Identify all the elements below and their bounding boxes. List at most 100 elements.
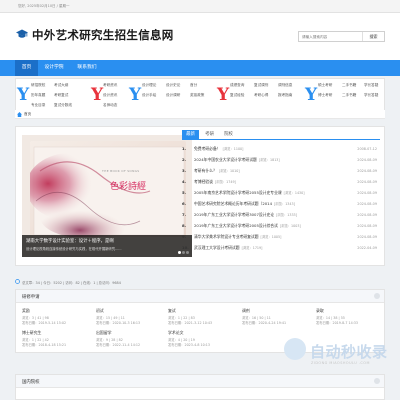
news-title[interactable]: 清华大学美术学院设计专业考研复试题 [浏览：1005] bbox=[194, 232, 281, 242]
watermark-text: 自动秒收录 bbox=[310, 343, 388, 361]
grid-cell-label[interactable]: 初试 bbox=[96, 308, 104, 314]
category-link[interactable]: 成绩查询 bbox=[230, 83, 244, 88]
category-link[interactable]: 设计手绘 bbox=[142, 93, 156, 98]
category-link[interactable]: 考研心得 bbox=[254, 93, 268, 98]
category-link[interactable]: 学长答疑 bbox=[364, 93, 378, 98]
category-link[interactable]: 博士考研 bbox=[318, 93, 332, 98]
news-item[interactable]: 8. 2019年广东工业大学设计学考研2005设计综合试 [浏览：1003] 20… bbox=[182, 221, 380, 231]
category-link[interactable]: 报考指南 bbox=[278, 93, 292, 98]
category-link[interactable]: 复试分数线 bbox=[54, 103, 72, 108]
category-link[interactable]: 考研资讯 bbox=[103, 83, 117, 88]
category-link[interactable]: 学长答疑 bbox=[364, 83, 378, 88]
section-title: 研修申请 bbox=[22, 295, 40, 300]
news-item[interactable]: 3. 考研有什么？ [浏览：1010] 2024-08-09 bbox=[182, 166, 380, 176]
news-date: 2024-08-09 bbox=[357, 202, 377, 206]
grid-cell-label[interactable]: 学术论文 bbox=[168, 330, 184, 336]
news-item[interactable]: 4. 考博经验谈 [浏览：1749] 2024-08-09 bbox=[182, 177, 380, 187]
category-link[interactable]: 设计史论 bbox=[166, 83, 180, 88]
category-link[interactable]: 复试经验 bbox=[230, 93, 244, 98]
site-stats: 总文章：34 | 今日：5202 | 访问：82 | 在线：1 | 总访问：96… bbox=[15, 278, 385, 286]
category-link[interactable]: 设计调研 bbox=[166, 93, 180, 98]
grid-cell-label[interactable]: 调剂 bbox=[242, 308, 250, 314]
category-link[interactable]: 考研复试 bbox=[54, 93, 68, 98]
category-link[interactable]: 首分 bbox=[190, 83, 197, 88]
news-number: 8. bbox=[182, 223, 187, 228]
category-link[interactable]: 奖惩政策 bbox=[190, 93, 204, 98]
news-item[interactable]: 9. 清华大学美术学院设计专业考研复试题 [浏览：1005] 2024-08-09 bbox=[182, 232, 380, 242]
news-title[interactable]: 2005年南京艺术学院设计学考研2055设计史专业课 [浏览：1430] bbox=[194, 188, 305, 198]
tab-kaoyan[interactable]: 考研 bbox=[201, 130, 218, 140]
grid-cell[interactable]: 录取 浏览：14 | 38 | 55 发布日期：2019-8-7 14:33 bbox=[316, 308, 376, 326]
grid-cell[interactable]: 博士研究生 浏览：1 | 22 | 42 发布日期：2018-4-18 15:2… bbox=[22, 330, 82, 348]
news-item[interactable]: 7. 2019年广东工业大学设计学考研3007设计史论 [浏览：1333] 202… bbox=[182, 210, 380, 220]
site-title[interactable]: 中外艺术研究生招生信息网 bbox=[32, 27, 174, 43]
news-item[interactable]: 2. 2024年中国农业大学设计学考研试题 [浏览：1813] 2024-08-0… bbox=[182, 155, 380, 165]
grid-cell[interactable]: 调剂 浏览：16 | 50 | 11 发布日期：2020-4-24 19:41 bbox=[242, 308, 302, 326]
grid-cell-label[interactable]: 复试 bbox=[168, 308, 176, 314]
news-date: 2022-04-09 bbox=[357, 246, 377, 250]
category-link[interactable]: 名师动态 bbox=[103, 103, 117, 108]
news-title[interactable]: 免费考研必备！ [浏览：1100] bbox=[194, 144, 243, 154]
news-item[interactable]: 6. 中国艺术研究院艺术概论历年考研试题（2014 [浏览：1343] 2024-… bbox=[182, 199, 380, 209]
grid-cell-label[interactable]: 录取 bbox=[316, 308, 324, 314]
news-title[interactable]: 2019年广东工业大学设计学考研3007设计史论 [浏览：1333] bbox=[194, 210, 297, 220]
category-link[interactable]: 专业目录 bbox=[31, 103, 45, 108]
slide-overlay-title: 色彩詩經 bbox=[110, 182, 147, 192]
category-link[interactable]: 硕士考研 bbox=[318, 83, 332, 88]
featured-slide[interactable]: THE BOOK OF SONGS 色彩詩經 湖南大学数字设计实验室：设计＋程序… bbox=[22, 135, 192, 257]
category-link[interactable]: 考试大纲 bbox=[54, 83, 68, 88]
nav-item-home[interactable]: 首页 bbox=[15, 60, 38, 76]
slide-caption-desc: 设计理论视角则连接传统设计研究与实践，在现代开展新研究…… bbox=[26, 247, 122, 251]
news-date: 2024-08-09 bbox=[357, 191, 377, 195]
grid-cell-label[interactable]: 出国留学 bbox=[96, 330, 112, 336]
slide-dot[interactable] bbox=[178, 251, 181, 254]
nav-item-contact[interactable]: 联系我们 bbox=[72, 60, 102, 76]
featured-image bbox=[30, 141, 186, 237]
category-link[interactable]: 二手书籍 bbox=[342, 93, 356, 98]
category-link[interactable]: 设计资讯 bbox=[103, 93, 117, 98]
category-link[interactable]: 二手书籍 bbox=[342, 83, 356, 88]
slide-caption: 湖南大学数字设计实验室：设计＋程序，是啊 设计理论视角则连接传统设计研究与实践，… bbox=[22, 235, 192, 257]
news-date: 2024-08-09 bbox=[357, 169, 377, 173]
nav-item-design-school[interactable]: 设计学院 bbox=[40, 60, 68, 76]
grid-cell-date: 发布日期：2018-4-18 15:21 bbox=[22, 343, 67, 347]
grid-cell-date: 发布日期：2019-8-7 14:33 bbox=[316, 321, 358, 325]
news-item[interactable]: 1. 免费考研必备！ [浏览：1100] 2008-07-12 bbox=[182, 144, 380, 154]
top-bar: 您好, 2025年02月10日 / 星期一 bbox=[0, 0, 400, 13]
news-title[interactable]: 考博经验谈 [浏览：1749] bbox=[194, 177, 236, 187]
category-link[interactable]: 研招院校 bbox=[31, 83, 45, 88]
news-title[interactable]: 考研有什么？ [浏览：1010] bbox=[194, 166, 240, 176]
stats-text: 总文章：34 | 今日：5202 | 访问：82 | 在线：1 | 总访问：96… bbox=[22, 281, 121, 285]
collapse-toggle-icon[interactable] bbox=[374, 378, 380, 384]
category-link[interactable]: 历年真题 bbox=[31, 93, 45, 98]
tab-latest[interactable]: 最新 bbox=[182, 130, 199, 140]
grid-cell[interactable]: 奖励 浏览：3 | 41 | 98 发布日期：2019-5-14 15:02 bbox=[22, 308, 82, 326]
tab-schools[interactable]: 院校 bbox=[220, 130, 237, 140]
news-title[interactable]: 武汉理工大学设计考研试题 [浏览：1719] bbox=[194, 243, 262, 253]
breadcrumb-home-link[interactable]: 首页 bbox=[24, 112, 31, 117]
grid-cell[interactable]: 学术论文 浏览：4 | 20 | 19 发布日期：2023-4-8 10:13 bbox=[168, 330, 228, 348]
category-link[interactable]: 复试调剂 bbox=[254, 83, 268, 88]
grid-cell[interactable]: 出国留学 浏览：9 | 28 | 82 发布日期：2022-11-4 14:12 bbox=[96, 330, 156, 348]
news-item[interactable]: 5. 2005年南京艺术学院设计学考研2055设计史专业课 [浏览：1430] 2… bbox=[182, 188, 380, 198]
category-link[interactable]: 设计理论 bbox=[142, 83, 156, 88]
category-mark: Y bbox=[217, 85, 230, 105]
grid-cell-date: 发布日期：2020-4-24 19:41 bbox=[242, 321, 287, 325]
grid-cell[interactable]: 初试 浏览：15 | 49 | 11 发布日期：2020-10-3 16:13 bbox=[96, 308, 156, 326]
category-mark: Y bbox=[91, 85, 104, 105]
news-item[interactable]: 10. 武汉理工大学设计考研试题 [浏览：1719] 2022-04-09 bbox=[182, 243, 380, 253]
collapse-toggle-icon[interactable] bbox=[374, 293, 380, 299]
grid-cell-label[interactable]: 博士研究生 bbox=[22, 330, 41, 336]
news-date: 2024-08-09 bbox=[357, 158, 377, 162]
news-date: 2024-08-09 bbox=[357, 224, 377, 228]
grid-cell-label[interactable]: 奖励 bbox=[22, 308, 30, 314]
search-input[interactable] bbox=[302, 34, 360, 40]
category-link[interactable]: 调剂信息 bbox=[278, 83, 292, 88]
news-title[interactable]: 中国艺术研究院艺术概论历年考研试题（2014 [浏览：1343] bbox=[194, 199, 295, 209]
search-button[interactable]: 搜索 bbox=[362, 32, 384, 41]
grid-cell[interactable]: 复试 浏览：1 | 22 | 83 发布日期：2021-3-12 10:43 bbox=[168, 308, 228, 326]
slide-caption-title[interactable]: 湖南大学数字设计实验室：设计＋程序，是啊 bbox=[26, 238, 114, 244]
news-title[interactable]: 2024年中国农业大学设计学考研试题 [浏览：1813] bbox=[194, 155, 280, 165]
news-title[interactable]: 2019年广东工业大学设计学考研2005设计综合试 [浏览：1003] bbox=[194, 221, 301, 231]
news-number: 4. bbox=[182, 179, 187, 184]
